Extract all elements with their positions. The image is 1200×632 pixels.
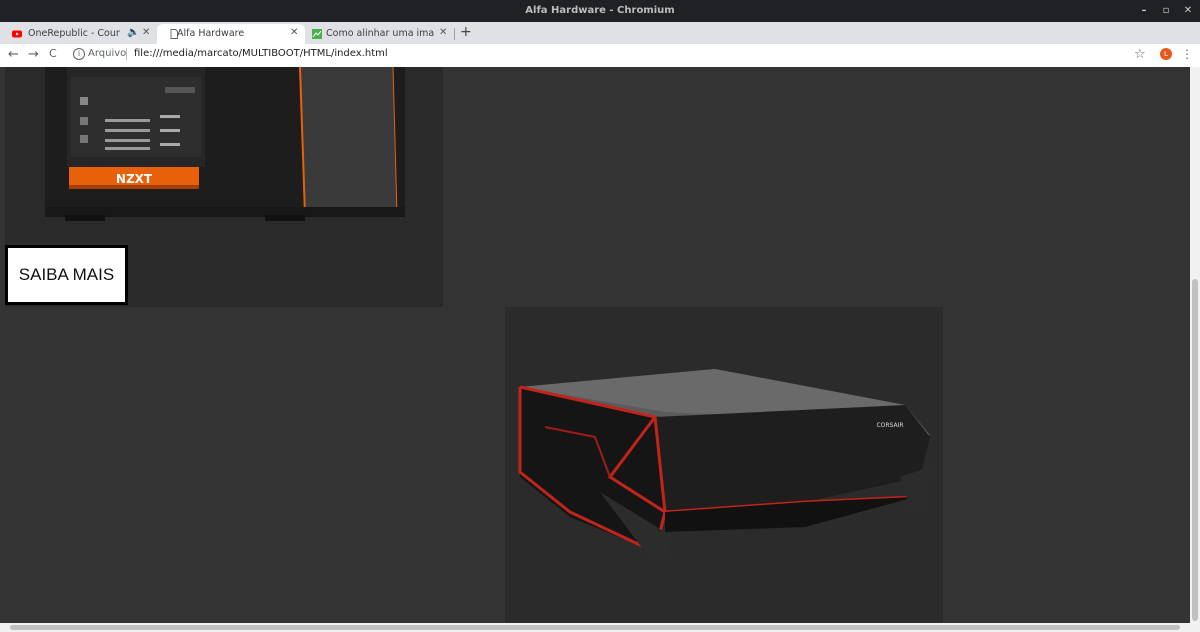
tab-onerepublic[interactable]: OneRepublic - Counting 🔈 ✕ xyxy=(0,24,155,44)
tab-close-icon[interactable]: ✕ xyxy=(142,27,150,38)
info-icon[interactable]: i xyxy=(73,48,85,60)
nzxt-logo-text: NZXT xyxy=(116,172,153,186)
page-content: NZXT SAIBA MAIS CORSAIR xyxy=(0,67,1190,623)
browser-toolbar: ← → C i Arquivo file:///media/marcato/MU… xyxy=(0,44,1200,68)
vertical-scrollbar[interactable] xyxy=(1190,67,1200,623)
corsair-logo-text: CORSAIR xyxy=(876,422,903,429)
forward-icon[interactable]: → xyxy=(28,47,39,62)
youtube-icon xyxy=(12,30,22,38)
omnibox-divider xyxy=(126,48,127,60)
tab-close-icon[interactable]: ✕ xyxy=(290,27,298,38)
url-text[interactable]: file:///media/marcato/MULTIBOOT/HTML/ind… xyxy=(134,48,388,59)
window-title: Alfa Hardware - Chromium xyxy=(525,5,675,16)
corsair-case-image: CORSAIR xyxy=(518,369,930,555)
title-bar: Alfa Hardware - Chromium – ▫ ✕ xyxy=(0,0,1200,22)
security-label: Arquivo xyxy=(88,48,127,59)
menu-icon[interactable]: ⋮ xyxy=(1181,47,1193,61)
site-icon xyxy=(312,29,322,39)
profile-avatar[interactable]: L xyxy=(1160,48,1172,60)
product-card-corsair: CORSAIR xyxy=(505,307,943,623)
minimize-button[interactable]: – xyxy=(1135,3,1153,19)
tab-label: Como alinhar uma imagem xyxy=(326,28,434,39)
horizontal-scroll-thumb[interactable] xyxy=(10,625,1180,630)
new-tab-button[interactable]: + xyxy=(460,24,472,40)
bookmark-star-icon[interactable]: ☆ xyxy=(1134,47,1146,62)
horizontal-scrollbar[interactable] xyxy=(0,623,1200,632)
address-bar[interactable]: i Arquivo file:///media/marcato/MULTIBOO… xyxy=(68,47,1153,64)
close-window-button[interactable]: ✕ xyxy=(1179,3,1197,19)
reload-icon[interactable]: C xyxy=(49,47,57,60)
maximize-button[interactable]: ▫ xyxy=(1157,3,1175,19)
saiba-mais-button[interactable]: SAIBA MAIS xyxy=(5,245,128,305)
tab-separator xyxy=(454,28,455,40)
tab-close-icon[interactable]: ✕ xyxy=(439,27,447,38)
back-icon[interactable]: ← xyxy=(8,47,19,62)
vertical-scroll-thumb[interactable] xyxy=(1192,279,1198,621)
tab-como-alinhar[interactable]: Como alinhar uma imagem ✕ xyxy=(306,24,454,44)
tab-label: Alfa Hardware xyxy=(177,28,245,39)
tab-label: OneRepublic - Counting xyxy=(28,28,120,39)
audio-icon[interactable]: 🔈 xyxy=(127,27,139,38)
tab-alfa-hardware[interactable]: Alfa Hardware ✕ xyxy=(157,24,305,44)
tab-strip: OneRepublic - Counting 🔈 ✕ Alfa Hardware… xyxy=(0,22,1200,44)
